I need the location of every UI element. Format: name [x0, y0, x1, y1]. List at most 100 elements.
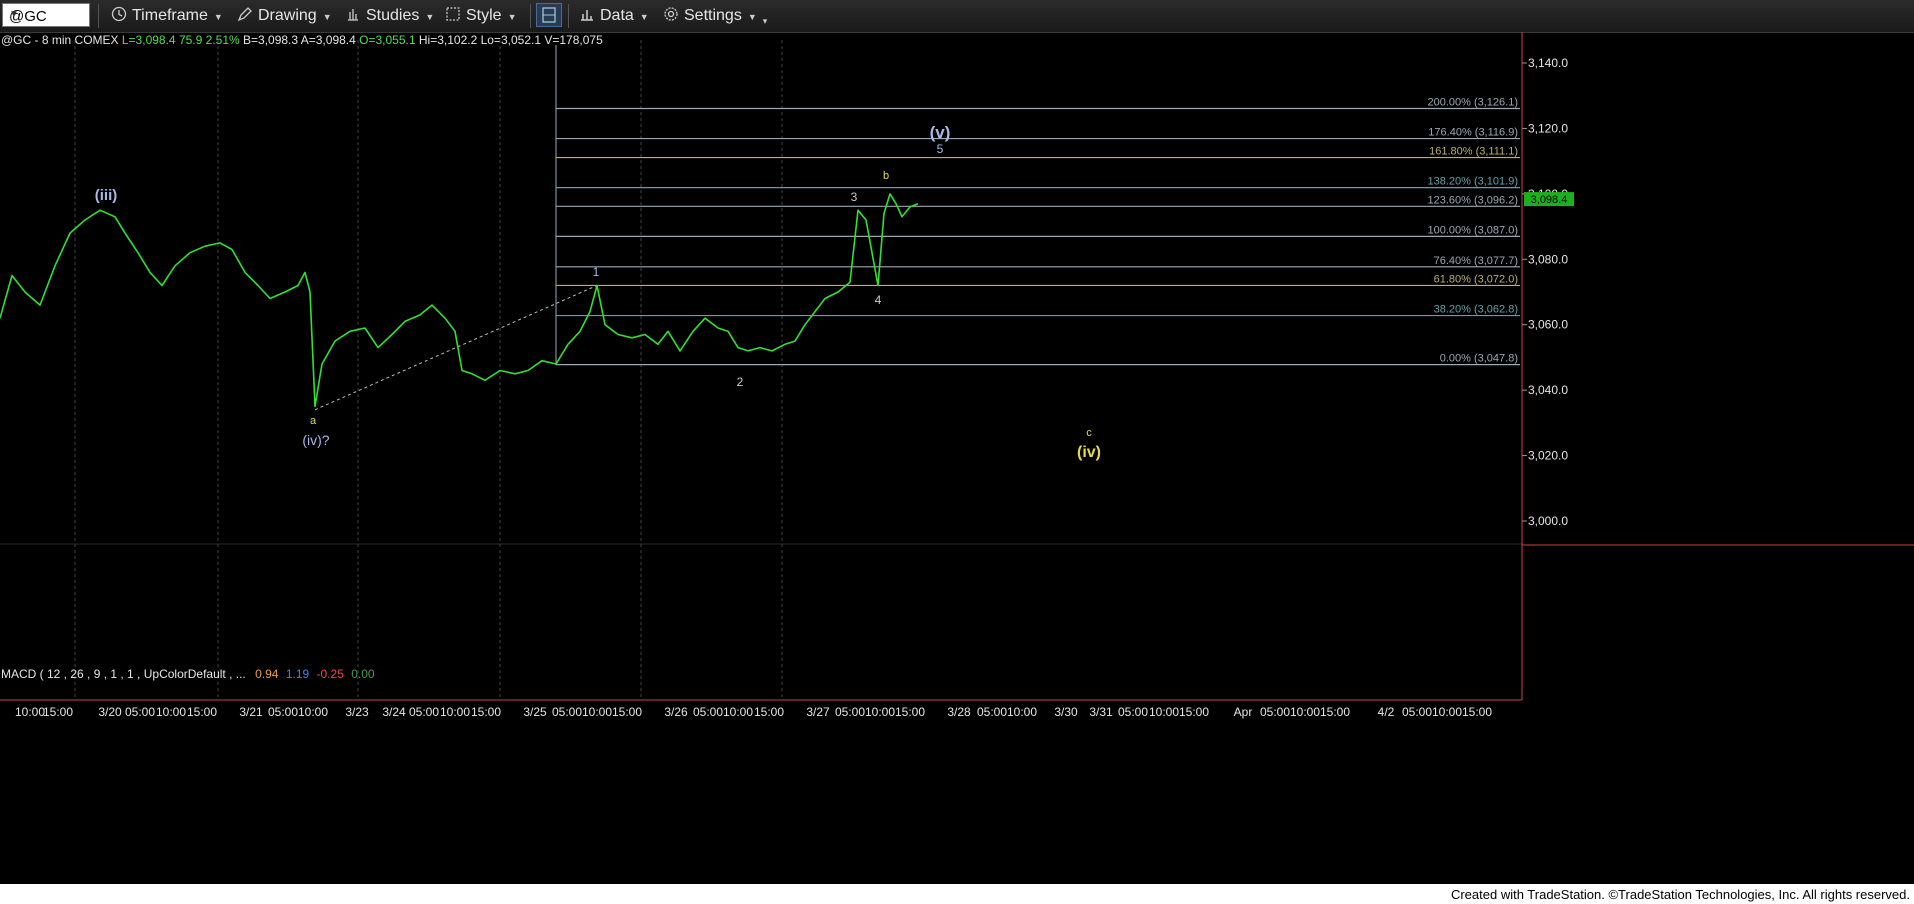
time-axis-label: 15:00 [754, 705, 784, 719]
macd-value: 0.94 [255, 667, 279, 681]
time-axis-label: 3/27 [806, 705, 830, 719]
style-icon [446, 7, 460, 21]
time-axis-label: 10:00 [298, 705, 328, 719]
overflow-caret-icon[interactable]: ▾ [763, 16, 768, 26]
studies-menu[interactable]: Studies ▼ [344, 6, 434, 25]
wave-label: 4 [875, 293, 882, 307]
time-axis-label: 10:00 [440, 705, 470, 719]
time-axis-label: 3/21 [239, 705, 263, 719]
time-axis-label: 10:00 [582, 705, 612, 719]
drawing-menu[interactable]: Drawing ▼ [236, 6, 332, 25]
fib-level-label: 100.00% (3,087.0) [1427, 224, 1518, 236]
clock-icon [111, 6, 127, 22]
wave-label: 3 [851, 190, 858, 204]
studies-label: Studies [366, 7, 420, 24]
fib-level-label: 61.80% (3,072.0) [1434, 273, 1518, 285]
toolbar-divider [98, 4, 99, 28]
time-axis-label: 3/23 [345, 705, 369, 719]
time-axis-label: 05:00 [1402, 705, 1432, 719]
toolbar-divider [530, 4, 531, 28]
timeframe-menu[interactable]: Timeframe ▼ [110, 6, 223, 25]
time-axis-label: 3/20 [98, 705, 122, 719]
wave-label: b [883, 170, 889, 182]
bar-chart-icon [581, 10, 593, 21]
time-axis-label: 05:00 [552, 705, 582, 719]
time-axis-label: 05:00 [693, 705, 723, 719]
price-chart[interactable]: 3,140.03,120.03,100.03,080.03,060.03,040… [0, 32, 1914, 884]
pencil-icon [237, 7, 252, 22]
wave-label: 2 [737, 375, 744, 389]
style-menu[interactable]: Style ▼ [444, 6, 517, 25]
wave-trendline [314, 284, 598, 411]
time-axis-label: 15:00 [612, 705, 642, 719]
chevron-down-icon: ▼ [213, 12, 223, 22]
time-axis-label: 15:00 [895, 705, 925, 719]
wave-label: 1 [593, 265, 600, 279]
time-axis-label: 05:00 [125, 705, 155, 719]
drawing-label: Drawing [258, 7, 317, 24]
wave-label: (iv) [1077, 444, 1101, 461]
time-axis-label: 15:00 [187, 705, 217, 719]
fib-level-label: 176.40% (3,116.9) [1428, 127, 1518, 139]
copyright-text: Created with TradeStation. ©TradeStation… [1450, 887, 1910, 902]
time-axis-label: 10:00 [1290, 705, 1320, 719]
chevron-down-icon[interactable]: ▼ [9, 9, 85, 20]
wave-label: a [310, 415, 317, 427]
macd-study-label[interactable]: MACD ( 12 , 26 , 9 , 1 , 1 , UpColorDefa… [1, 667, 375, 681]
gear-icon [664, 7, 678, 21]
data-menu[interactable]: Data ▼ [578, 6, 649, 25]
macd-signal-value: 1.19 [285, 667, 310, 681]
time-axis-label: 10:00 [15, 705, 45, 719]
macd-zero-value: 0.00 [351, 667, 375, 681]
timeframe-label: Timeframe [132, 7, 208, 24]
chevron-down-icon: ▼ [425, 12, 435, 22]
chevron-down-icon: ▼ [639, 12, 649, 22]
time-axis-label: 05:00 [268, 705, 298, 719]
settings-menu[interactable]: Settings ▼ ▾ [662, 6, 767, 27]
time-axis-label: 10:00 [865, 705, 895, 719]
price-axis-label: 3,020.0 [1528, 449, 1568, 463]
time-axis-label: 15:00 [43, 705, 73, 719]
price-axis-label: 3,040.0 [1528, 383, 1568, 397]
wave-label: (iv)? [302, 432, 329, 448]
layout-toggle-button[interactable] [536, 3, 562, 27]
wave-label: (iii) [95, 187, 118, 204]
time-axis-label: 15:00 [1179, 705, 1209, 719]
time-axis-label: 3/28 [947, 705, 971, 719]
current-price-label: 3,098.4 [1531, 194, 1568, 206]
price-axis-label: 3,060.0 [1528, 318, 1568, 332]
price-axis-label: 3,080.0 [1528, 252, 1568, 266]
wave-label: c [1086, 427, 1092, 439]
macd-params: MACD ( 12 , 26 , 9 , 1 , 1 , UpColorDefa… [1, 667, 246, 681]
chevron-down-icon: ▼ [747, 12, 757, 22]
fib-level-label: 161.80% (3,111.1) [1429, 146, 1518, 158]
time-axis-label: 05:00 [835, 705, 865, 719]
data-label: Data [600, 7, 634, 24]
symbol-input[interactable]: @GC ▼ [2, 3, 90, 27]
time-axis-label: 3/24 [382, 705, 406, 719]
time-axis-label: 10:00 [156, 705, 186, 719]
price-axis-label: 3,000.0 [1528, 514, 1568, 528]
time-axis-label: 3/31 [1089, 705, 1113, 719]
price-axis-label: 3,140.0 [1528, 56, 1568, 70]
time-axis-label: 05:00 [409, 705, 439, 719]
price-series-line [0, 193, 919, 408]
time-axis-label: 05:00 [977, 705, 1007, 719]
settings-label: Settings [684, 7, 742, 24]
time-axis-label: 3/25 [523, 705, 547, 719]
toolbar: @GC ▼ Timeframe ▼ Drawing ▼ Studies ▼ Style… [0, 0, 1914, 33]
macd-diff-value: -0.25 [316, 667, 344, 681]
wave-label: 5 [937, 142, 944, 156]
time-axis-label: Apr [1234, 705, 1253, 719]
fib-level-label: 76.40% (3,077.7) [1434, 255, 1518, 267]
chevron-down-icon: ▼ [322, 12, 332, 22]
fib-level-label: 200.00% (3,126.1) [1427, 96, 1518, 108]
studies-icon [348, 9, 358, 21]
toolbar-divider [568, 4, 569, 28]
time-axis-label: 10:00 [1149, 705, 1179, 719]
time-axis-label: 3/30 [1054, 705, 1078, 719]
chevron-down-icon: ▼ [507, 12, 517, 22]
time-axis-label: 15:00 [471, 705, 501, 719]
footer-bar: Created with TradeStation. ©TradeStation… [0, 884, 1914, 904]
time-axis-label: 05:00 [1118, 705, 1148, 719]
